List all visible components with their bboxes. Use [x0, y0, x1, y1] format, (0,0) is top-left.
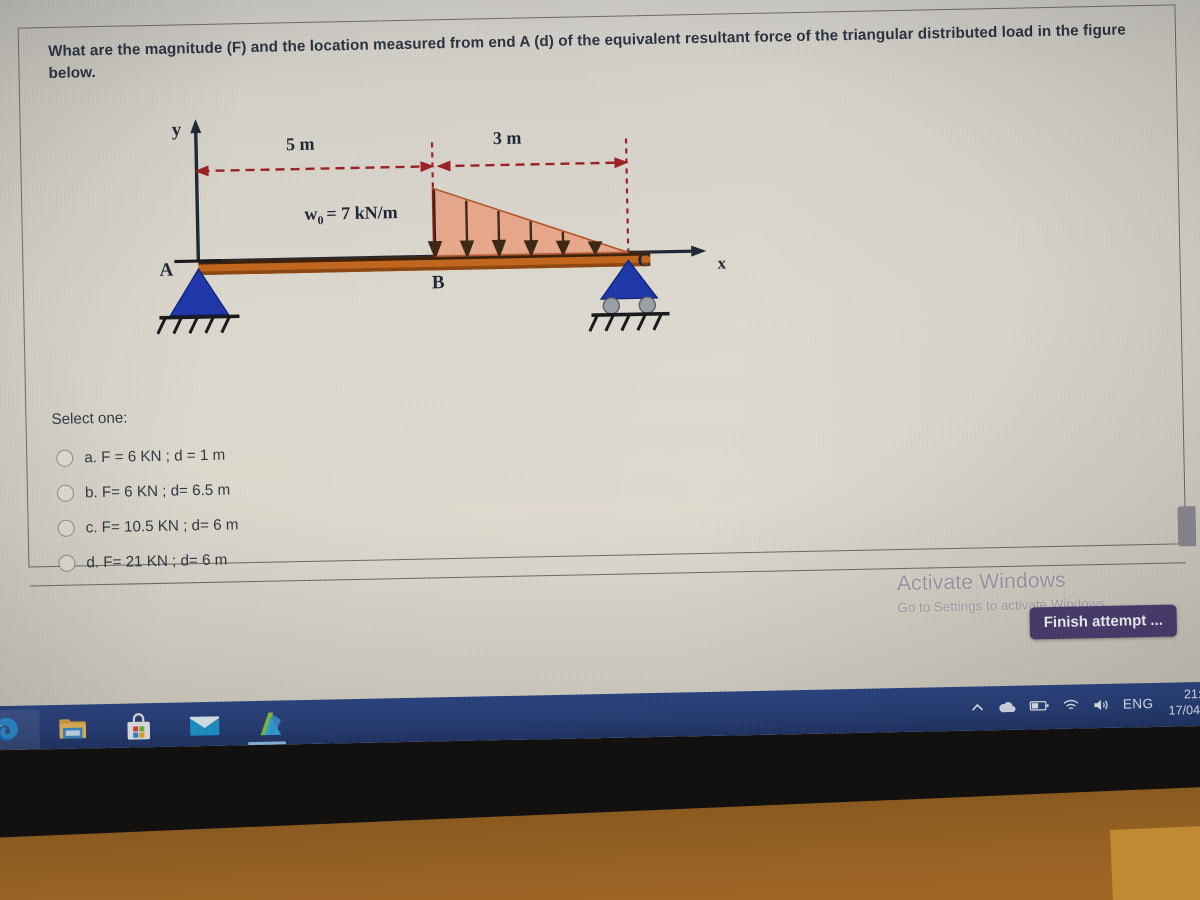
- load-value: = 7 kN/m: [326, 202, 398, 224]
- taskbar-item-mail[interactable]: [171, 705, 238, 746]
- system-tray: ENG 21:38 17/04/2021: [970, 686, 1200, 723]
- load-subscript: 0: [317, 213, 324, 228]
- beam-diagram-svg: [156, 119, 707, 335]
- taskbar-item-microsoft-store[interactable]: [105, 707, 172, 748]
- chevron-up-icon[interactable]: [970, 700, 984, 714]
- dimension-label-ab: 5 m: [285, 133, 315, 155]
- clock-date: 17/04/2021: [1168, 702, 1200, 718]
- watermark-title: Activate Windows: [896, 568, 1067, 596]
- label-point-b: B: [431, 272, 445, 294]
- mail-icon: [189, 716, 220, 736]
- file-explorer-icon: [59, 719, 87, 739]
- edge-icon: [0, 717, 18, 742]
- answer-option-d-label: d. F= 21 KN ; d= 6 m: [86, 551, 228, 572]
- language-indicator[interactable]: ENG: [1123, 696, 1154, 712]
- beam-diagram: y x A B C 5 m 3 m w0 = 7 kN/m: [147, 100, 752, 352]
- radio-button-c[interactable]: [57, 519, 75, 537]
- distributed-load-label: w0 = 7 kN/m: [304, 202, 398, 228]
- y-axis-label: y: [171, 119, 182, 141]
- label-point-a: A: [159, 259, 174, 281]
- answer-option-a-label: a. F = 6 KN ; d = 1 m: [84, 446, 226, 467]
- answer-option-c-label: c. F= 10.5 KN ; d= 6 m: [85, 516, 239, 537]
- clock-time: 21:38: [1183, 686, 1200, 702]
- taskbar-item-azure[interactable]: [237, 704, 304, 745]
- speaker-icon[interactable]: [1092, 698, 1110, 712]
- answer-option-b-label: b. F= 6 KN ; d= 6.5 m: [84, 481, 231, 502]
- desk-surface-highlight: [1110, 821, 1200, 900]
- radio-button-d[interactable]: [58, 554, 76, 572]
- dimension-label-bc: 3 m: [492, 127, 522, 149]
- label-point-c: C: [637, 249, 652, 272]
- photo-of-laptop-screen: What are the magnitude (F) and the locat…: [0, 0, 1200, 900]
- radio-button-b[interactable]: [56, 484, 75, 502]
- azure-icon: [260, 712, 282, 736]
- screen-area: What are the magnitude (F) and the locat…: [0, 0, 1200, 751]
- scrollbar-nub[interactable]: [1177, 506, 1197, 547]
- microsoft-store-icon: [127, 713, 151, 740]
- wifi-icon[interactable]: [1062, 699, 1079, 712]
- taskbar-clock[interactable]: 21:38 17/04/2021: [1168, 686, 1200, 719]
- x-axis-label: x: [717, 253, 727, 273]
- answer-options-list: a. F = 6 KN ; d = 1 m b. F= 6 KN ; d= 6.…: [56, 431, 579, 581]
- taskbar-item-edge[interactable]: [0, 709, 41, 751]
- select-one-prompt: Select one:: [51, 409, 128, 429]
- load-symbol: w: [304, 203, 318, 224]
- battery-icon[interactable]: [1029, 699, 1049, 712]
- radio-button-a[interactable]: [56, 449, 74, 467]
- taskbar-item-file-explorer[interactable]: [39, 708, 106, 749]
- onedrive-icon[interactable]: [997, 699, 1016, 713]
- finish-attempt-button[interactable]: Finish attempt ...: [1029, 604, 1178, 640]
